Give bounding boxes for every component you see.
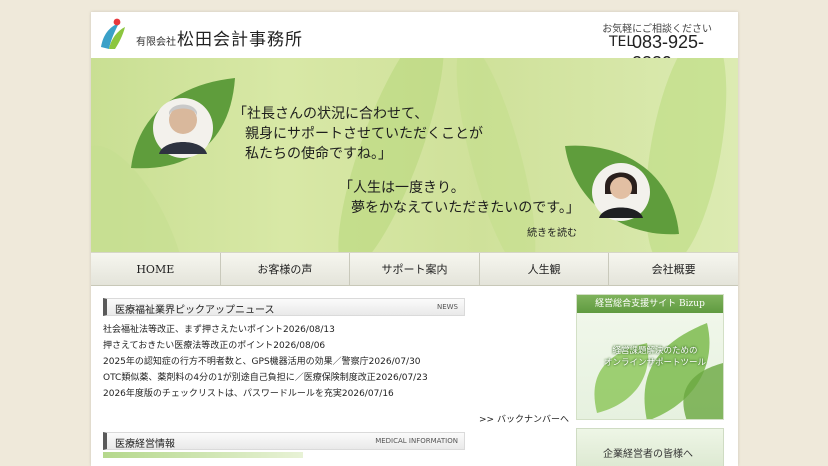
main-nav: HOME お客様の声 サポート案内 人生観 会社概要	[91, 252, 738, 286]
back-number-link[interactable]: >> バックナンバーへ	[479, 412, 569, 425]
medical-thumbnail	[103, 452, 303, 458]
nav-home[interactable]: HOME	[91, 253, 221, 285]
quote1-line2: 親身にサポートさせていただくことが	[245, 126, 483, 142]
quote-staff: 「人生は一度きり。 夢をかなえていただきたいのです。」	[339, 178, 580, 218]
site-header: 有限会社 松田会計事務所 お気軽にご相談ください TEL 083-925-233…	[91, 12, 738, 73]
portrait-woman-leaf	[565, 145, 679, 235]
company-name[interactable]: 松田会計事務所	[177, 25, 303, 50]
portrait-man-leaf	[131, 78, 235, 169]
news-list: 社会福祉法等改正、まず押さえたいポイント2026/08/13 押さえておきたい医…	[103, 322, 428, 402]
hero-banner: 「社長さんの状況に合わせて、 親身にサポートさせていただくことが 私たちの使命で…	[91, 58, 738, 252]
news-item[interactable]: 押さえておきたい医療法等改正のポイント2026/08/06	[103, 338, 428, 354]
quote2-line1: 「人生は一度きり。	[339, 180, 465, 196]
quote1-line3: 私たちの使命ですね。」	[245, 146, 392, 162]
news-item[interactable]: OTC類似薬、薬剤料の4分の1が別途自己負担に／医療保険制度改正2026/07/…	[103, 370, 428, 386]
bizup-banner-subtitle: 経営課題解決のための オンラインサポートツール	[599, 345, 711, 369]
news-section-title-en: NEWS	[436, 303, 458, 311]
nav-customer-voices[interactable]: お客様の声	[221, 253, 351, 285]
medical-section-title: 医療経営情報	[115, 439, 175, 450]
company-logo-icon[interactable]	[97, 17, 129, 51]
bizup-banner[interactable]: 経営総合支援サイト Bizup 経営課題解決のための オンラインサポートツール	[576, 294, 724, 420]
quote2-line2: 夢をかなえていただきたいのです。」	[351, 200, 580, 216]
main-content: 医療福祉業界ピックアップニュース NEWS 社会福祉法等改正、まず押さえたいポイ…	[91, 286, 738, 466]
news-section-header: 医療福祉業界ピックアップニュース NEWS	[103, 298, 465, 316]
medical-section-header: 医療経営情報 MEDICAL INFORMATION	[103, 432, 465, 450]
executive-banner-title: 企業経営者の皆様へ	[603, 449, 693, 460]
bizup-sub-line1: 経営課題解決のための	[612, 346, 698, 356]
bizup-sub-line2: オンラインサポートツール	[603, 358, 706, 368]
news-item[interactable]: 2026年度版のチェックリストは、パスワードルールを充実2026/07/16	[103, 386, 428, 402]
medical-section-title-en: MEDICAL INFORMATION	[375, 437, 458, 445]
news-section-title: 医療福祉業界ピックアップニュース	[115, 305, 275, 316]
read-more-link[interactable]: 続きを読む	[527, 224, 577, 239]
news-item[interactable]: 社会福祉法等改正、まず押さえたいポイント2026/08/13	[103, 322, 428, 338]
news-item[interactable]: 2025年の認知症の行方不明者数と、GPS機器活用の効果／警察庁2026/07/…	[103, 354, 428, 370]
quote-president: 「社長さんの状況に合わせて、 親身にサポートさせていただくことが 私たちの使命で…	[233, 104, 483, 164]
nav-support[interactable]: サポート案内	[350, 253, 480, 285]
page-container: 有限会社 松田会計事務所 お気軽にご相談ください TEL 083-925-233…	[91, 12, 738, 466]
tel-label: TEL	[609, 34, 635, 50]
nav-philosophy[interactable]: 人生観	[480, 253, 610, 285]
bizup-banner-title: 経営総合支援サイト Bizup	[577, 295, 723, 313]
nav-company[interactable]: 会社概要	[609, 253, 738, 285]
quote1-line1: 「社長さんの状況に合わせて、	[233, 106, 429, 122]
executive-banner[interactable]: 企業経営者の皆様へ	[576, 428, 724, 466]
company-type: 有限会社	[136, 37, 176, 48]
